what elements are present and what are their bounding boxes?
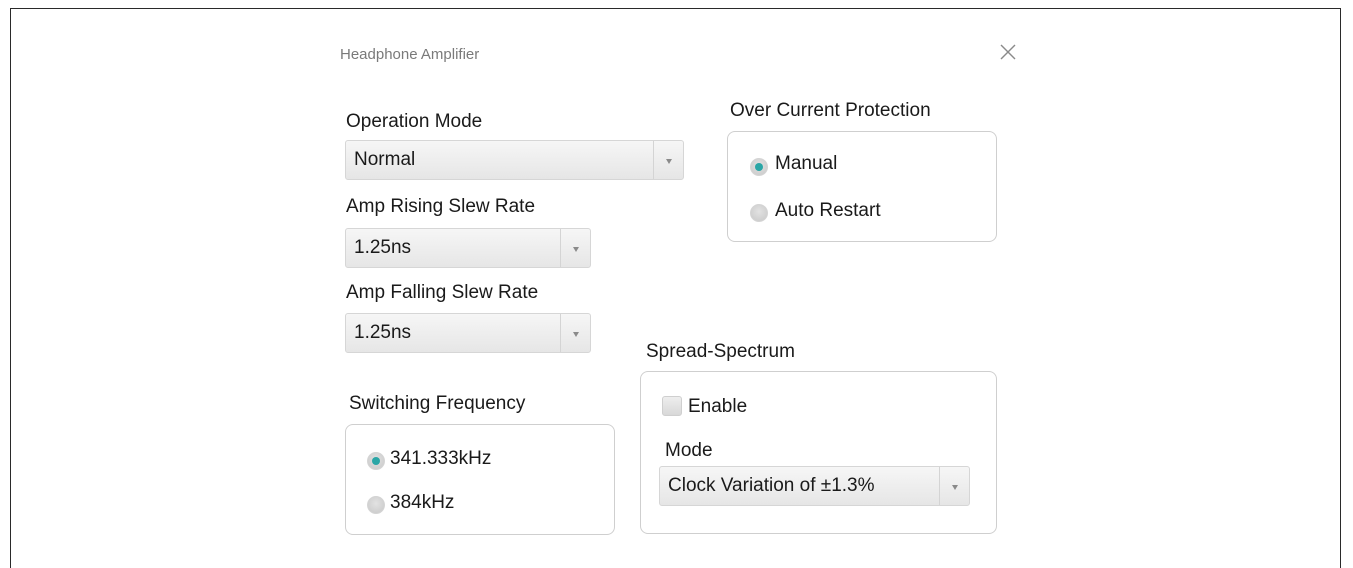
operation-mode-select[interactable]: Normal: [345, 140, 684, 180]
option-auto-restart-label[interactable]: Auto Restart: [775, 200, 881, 222]
over-current-protection-group: [727, 131, 997, 242]
chevron-down-icon: [939, 467, 969, 505]
switching-frequency-label: Switching Frequency: [349, 393, 526, 414]
spread-spectrum-label: Spread-Spectrum: [646, 341, 795, 362]
close-icon[interactable]: [998, 42, 1018, 62]
option-manual-label[interactable]: Manual: [775, 153, 837, 175]
amp-rising-slew-rate-value: 1.25ns: [354, 237, 412, 258]
chevron-down-icon: [653, 141, 683, 179]
amp-rising-slew-rate-label: Amp Rising Slew Rate: [346, 196, 536, 217]
radio-384khz[interactable]: [367, 496, 385, 514]
enable-checkbox[interactable]: [662, 396, 682, 416]
operation-mode-value: Normal: [354, 149, 416, 170]
amp-falling-slew-rate-select[interactable]: 1.25ns: [345, 313, 591, 353]
mode-label: Mode: [665, 440, 713, 461]
switching-frequency-group: [345, 424, 615, 535]
chevron-down-icon: [560, 229, 590, 267]
radio-341-333khz[interactable]: [367, 452, 385, 470]
radio-auto-restart[interactable]: [750, 204, 768, 222]
radio-manual[interactable]: [750, 158, 768, 176]
dialog-title: Headphone Amplifier: [340, 46, 480, 63]
over-current-protection-label: Over Current Protection: [730, 100, 931, 121]
option-384khz-label[interactable]: 384kHz: [390, 492, 454, 514]
chevron-down-icon: [560, 314, 590, 352]
amp-falling-slew-rate-value: 1.25ns: [354, 322, 412, 343]
enable-label[interactable]: Enable: [688, 396, 747, 418]
operation-mode-label: Operation Mode: [346, 111, 483, 132]
amp-rising-slew-rate-select[interactable]: 1.25ns: [345, 228, 591, 268]
spread-spectrum-mode-value: Clock Variation of ±1.3%: [668, 475, 875, 496]
option-341-333khz-label[interactable]: 341.333kHz: [390, 448, 491, 470]
amp-falling-slew-rate-label: Amp Falling Slew Rate: [346, 282, 539, 303]
spread-spectrum-mode-select[interactable]: Clock Variation of ±1.3%: [659, 466, 970, 506]
